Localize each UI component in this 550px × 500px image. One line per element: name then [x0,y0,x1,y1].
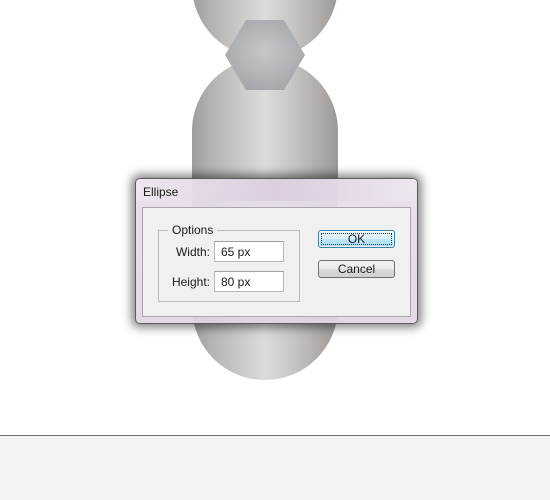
canvas: Ellipse Options Width: 65 px Height: 80 … [0,0,550,500]
height-field[interactable]: 80 px [214,271,284,292]
cancel-button-label: Cancel [337,262,376,276]
ellipse-dialog: Ellipse Options Width: 65 px Height: 80 … [135,178,418,324]
width-field[interactable]: 65 px [214,241,284,262]
bottom-panel [0,435,550,500]
width-label: Width: [175,245,210,259]
focus-ring [321,233,392,245]
options-group: Options Width: 65 px Height: 80 px [158,223,300,302]
height-label: Height: [171,275,210,289]
ok-button[interactable]: OK [318,230,395,248]
options-group-label: Options [168,223,218,237]
dialog-body: Options Width: 65 px Height: 80 px OK Ca… [142,207,411,317]
dialog-title: Ellipse [143,185,179,199]
cancel-button[interactable]: Cancel [318,260,395,278]
hexagon-shape[interactable] [225,20,305,90]
